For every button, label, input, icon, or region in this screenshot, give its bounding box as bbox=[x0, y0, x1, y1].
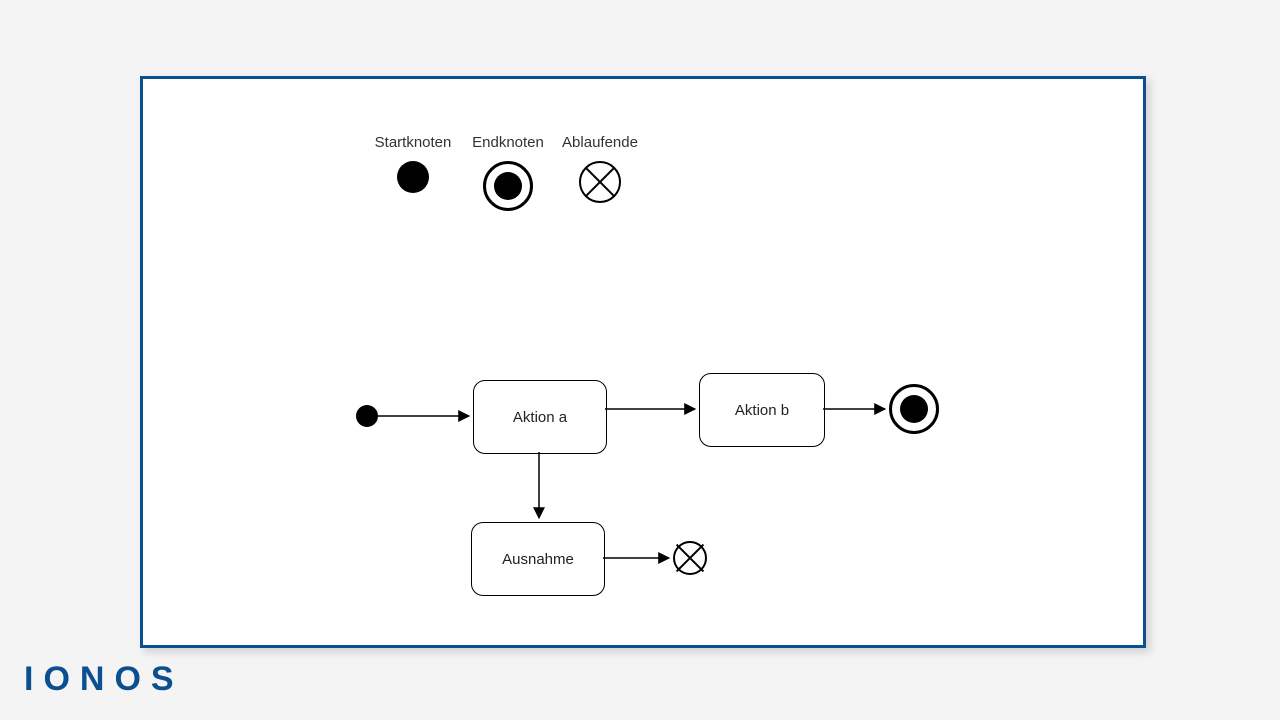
flow-final-node bbox=[673, 541, 707, 575]
legend-flowend-label: Ablaufende bbox=[555, 134, 645, 151]
legend-start-label: Startknoten bbox=[363, 134, 463, 151]
legend-end: Endknoten bbox=[463, 134, 553, 211]
end-node bbox=[889, 384, 939, 434]
diagram-frame: Startknoten Endknoten Ablaufende Aktion … bbox=[140, 76, 1146, 648]
flow-final-icon bbox=[579, 161, 621, 203]
action-b-label: Aktion b bbox=[735, 402, 789, 419]
legend-start: Startknoten bbox=[363, 134, 463, 193]
action-b-node: Aktion b bbox=[699, 373, 825, 447]
legend-flowend: Ablaufende bbox=[555, 134, 645, 203]
start-node-icon bbox=[397, 161, 429, 193]
exception-node: Ausnahme bbox=[471, 522, 605, 596]
exception-label: Ausnahme bbox=[502, 551, 574, 568]
start-node bbox=[356, 405, 378, 427]
action-a-node: Aktion a bbox=[473, 380, 607, 454]
legend-end-label: Endknoten bbox=[463, 134, 553, 151]
end-node-icon bbox=[483, 161, 533, 211]
action-a-label: Aktion a bbox=[513, 409, 567, 426]
ionos-logo: IONOS bbox=[24, 660, 184, 699]
diagram-canvas: Startknoten Endknoten Ablaufende Aktion … bbox=[143, 79, 1143, 645]
